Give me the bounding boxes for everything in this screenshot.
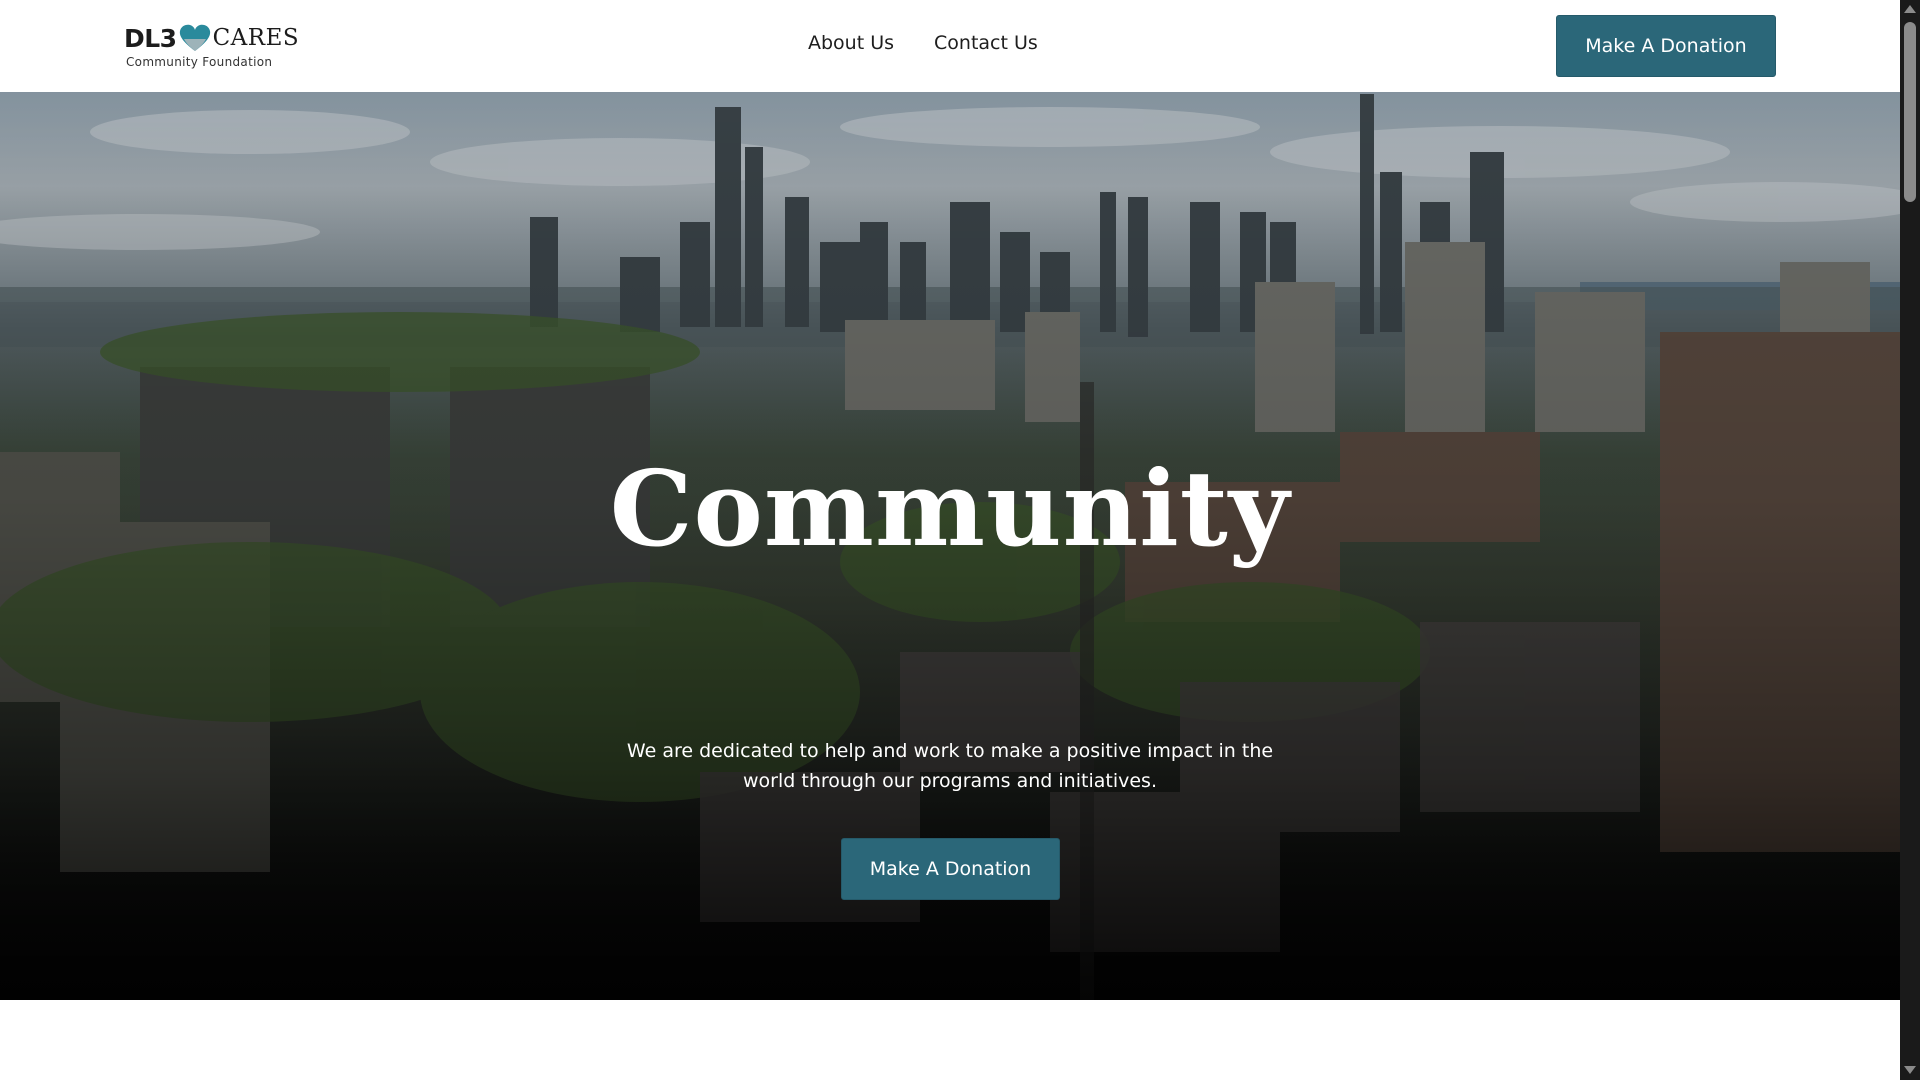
logo-wordmark: DL3 CARES <box>124 22 299 54</box>
nav-about-us-link[interactable]: About Us <box>808 32 894 54</box>
site-header: DL3 CARES Community Foundation About Us … <box>0 0 1900 92</box>
heart-icon <box>178 23 212 53</box>
logo-tagline: Community Foundation <box>126 55 273 69</box>
scroll-down-arrow-icon[interactable] <box>1904 1066 1916 1074</box>
hero-description: We are dedicated to help and work to mak… <box>626 740 1274 792</box>
hero-section: Community We are dedicated to help and w… <box>0 92 1900 1000</box>
header-donate-button[interactable]: Make A Donation <box>1556 15 1776 77</box>
nav-contact-us-link[interactable]: Contact Us <box>934 32 1038 54</box>
hero-title: Community <box>609 447 1291 570</box>
logo-brand-right: CARES <box>212 25 300 51</box>
scroll-up-arrow-icon[interactable] <box>1904 5 1916 13</box>
scroll-thumb[interactable] <box>1904 22 1916 202</box>
main-nav: About Us Contact Us <box>808 32 1038 54</box>
hero-donate-button[interactable]: Make A Donation <box>841 838 1060 900</box>
logo[interactable]: DL3 CARES Community Foundation <box>124 22 299 72</box>
logo-brand-left: DL3 <box>124 23 177 53</box>
page-scrollbar[interactable] <box>1900 0 1920 1080</box>
